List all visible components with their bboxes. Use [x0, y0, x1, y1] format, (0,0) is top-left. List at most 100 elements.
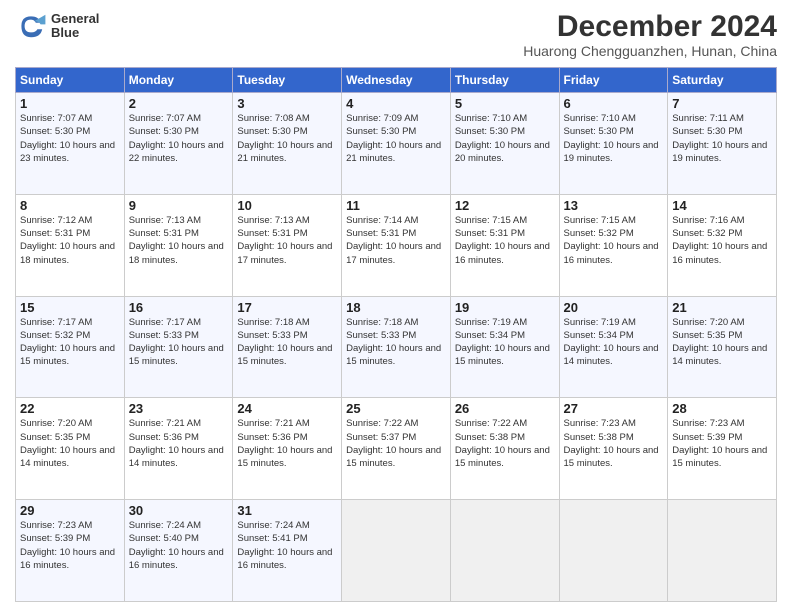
table-row: 29 Sunrise: 7:23 AMSunset: 5:39 PMDaylig… — [16, 500, 125, 602]
week-row-1: 8 Sunrise: 7:12 AMSunset: 5:31 PMDayligh… — [16, 194, 777, 296]
day-info: Sunrise: 7:19 AMSunset: 5:34 PMDaylight:… — [455, 317, 550, 368]
day-info: Sunrise: 7:18 AMSunset: 5:33 PMDaylight:… — [346, 317, 441, 368]
day-number: 14 — [672, 198, 772, 213]
day-info: Sunrise: 7:23 AMSunset: 5:38 PMDaylight:… — [564, 418, 659, 469]
table-row: 21 Sunrise: 7:20 AMSunset: 5:35 PMDaylig… — [668, 296, 777, 398]
table-row: 28 Sunrise: 7:23 AMSunset: 5:39 PMDaylig… — [668, 398, 777, 500]
day-number: 27 — [564, 401, 664, 416]
logo-line2: Blue — [51, 26, 99, 40]
title-block: December 2024 Huarong Chengguanzhen, Hun… — [523, 10, 777, 59]
table-row: 12 Sunrise: 7:15 AMSunset: 5:31 PMDaylig… — [450, 194, 559, 296]
day-info: Sunrise: 7:24 AMSunset: 5:40 PMDaylight:… — [129, 520, 224, 571]
day-number: 20 — [564, 300, 664, 315]
table-row: 23 Sunrise: 7:21 AMSunset: 5:36 PMDaylig… — [124, 398, 233, 500]
logo-line1: General — [51, 12, 99, 26]
location-subtitle: Huarong Chengguanzhen, Hunan, China — [523, 43, 777, 59]
table-row: 13 Sunrise: 7:15 AMSunset: 5:32 PMDaylig… — [559, 194, 668, 296]
table-row: 24 Sunrise: 7:21 AMSunset: 5:36 PMDaylig… — [233, 398, 342, 500]
header: General Blue December 2024 Huarong Cheng… — [15, 10, 777, 59]
table-row — [342, 500, 451, 602]
day-info: Sunrise: 7:17 AMSunset: 5:33 PMDaylight:… — [129, 317, 224, 368]
day-info: Sunrise: 7:19 AMSunset: 5:34 PMDaylight:… — [564, 317, 659, 368]
day-info: Sunrise: 7:07 AMSunset: 5:30 PMDaylight:… — [129, 113, 224, 164]
table-row: 27 Sunrise: 7:23 AMSunset: 5:38 PMDaylig… — [559, 398, 668, 500]
day-info: Sunrise: 7:13 AMSunset: 5:31 PMDaylight:… — [237, 215, 332, 266]
day-info: Sunrise: 7:15 AMSunset: 5:32 PMDaylight:… — [564, 215, 659, 266]
day-info: Sunrise: 7:09 AMSunset: 5:30 PMDaylight:… — [346, 113, 441, 164]
day-number: 7 — [672, 96, 772, 111]
day-number: 3 — [237, 96, 337, 111]
table-row: 16 Sunrise: 7:17 AMSunset: 5:33 PMDaylig… — [124, 296, 233, 398]
day-number: 18 — [346, 300, 446, 315]
table-row: 30 Sunrise: 7:24 AMSunset: 5:40 PMDaylig… — [124, 500, 233, 602]
table-row: 31 Sunrise: 7:24 AMSunset: 5:41 PMDaylig… — [233, 500, 342, 602]
col-monday: Monday — [124, 68, 233, 93]
table-row: 3 Sunrise: 7:08 AMSunset: 5:30 PMDayligh… — [233, 93, 342, 195]
table-row: 5 Sunrise: 7:10 AMSunset: 5:30 PMDayligh… — [450, 93, 559, 195]
day-info: Sunrise: 7:13 AMSunset: 5:31 PMDaylight:… — [129, 215, 224, 266]
day-number: 9 — [129, 198, 229, 213]
table-row: 11 Sunrise: 7:14 AMSunset: 5:31 PMDaylig… — [342, 194, 451, 296]
day-info: Sunrise: 7:21 AMSunset: 5:36 PMDaylight:… — [129, 418, 224, 469]
week-row-3: 22 Sunrise: 7:20 AMSunset: 5:35 PMDaylig… — [16, 398, 777, 500]
table-row: 18 Sunrise: 7:18 AMSunset: 5:33 PMDaylig… — [342, 296, 451, 398]
table-row: 20 Sunrise: 7:19 AMSunset: 5:34 PMDaylig… — [559, 296, 668, 398]
day-number: 4 — [346, 96, 446, 111]
table-row — [450, 500, 559, 602]
col-tuesday: Tuesday — [233, 68, 342, 93]
day-info: Sunrise: 7:20 AMSunset: 5:35 PMDaylight:… — [672, 317, 767, 368]
day-info: Sunrise: 7:10 AMSunset: 5:30 PMDaylight:… — [564, 113, 659, 164]
table-row: 2 Sunrise: 7:07 AMSunset: 5:30 PMDayligh… — [124, 93, 233, 195]
day-info: Sunrise: 7:22 AMSunset: 5:38 PMDaylight:… — [455, 418, 550, 469]
week-row-2: 15 Sunrise: 7:17 AMSunset: 5:32 PMDaylig… — [16, 296, 777, 398]
col-thursday: Thursday — [450, 68, 559, 93]
table-row: 25 Sunrise: 7:22 AMSunset: 5:37 PMDaylig… — [342, 398, 451, 500]
table-row: 19 Sunrise: 7:19 AMSunset: 5:34 PMDaylig… — [450, 296, 559, 398]
day-number: 31 — [237, 503, 337, 518]
day-info: Sunrise: 7:12 AMSunset: 5:31 PMDaylight:… — [20, 215, 115, 266]
day-number: 5 — [455, 96, 555, 111]
day-info: Sunrise: 7:23 AMSunset: 5:39 PMDaylight:… — [672, 418, 767, 469]
day-number: 1 — [20, 96, 120, 111]
day-info: Sunrise: 7:15 AMSunset: 5:31 PMDaylight:… — [455, 215, 550, 266]
day-info: Sunrise: 7:20 AMSunset: 5:35 PMDaylight:… — [20, 418, 115, 469]
calendar-table: Sunday Monday Tuesday Wednesday Thursday… — [15, 67, 777, 602]
col-friday: Friday — [559, 68, 668, 93]
day-info: Sunrise: 7:17 AMSunset: 5:32 PMDaylight:… — [20, 317, 115, 368]
day-number: 28 — [672, 401, 772, 416]
table-row — [668, 500, 777, 602]
day-number: 30 — [129, 503, 229, 518]
table-row: 9 Sunrise: 7:13 AMSunset: 5:31 PMDayligh… — [124, 194, 233, 296]
day-number: 2 — [129, 96, 229, 111]
logo-icon — [15, 10, 47, 42]
day-number: 24 — [237, 401, 337, 416]
day-info: Sunrise: 7:18 AMSunset: 5:33 PMDaylight:… — [237, 317, 332, 368]
day-number: 19 — [455, 300, 555, 315]
day-number: 22 — [20, 401, 120, 416]
col-wednesday: Wednesday — [342, 68, 451, 93]
day-number: 16 — [129, 300, 229, 315]
day-number: 23 — [129, 401, 229, 416]
table-row: 17 Sunrise: 7:18 AMSunset: 5:33 PMDaylig… — [233, 296, 342, 398]
table-row: 7 Sunrise: 7:11 AMSunset: 5:30 PMDayligh… — [668, 93, 777, 195]
table-row: 14 Sunrise: 7:16 AMSunset: 5:32 PMDaylig… — [668, 194, 777, 296]
day-info: Sunrise: 7:11 AMSunset: 5:30 PMDaylight:… — [672, 113, 767, 164]
table-row — [559, 500, 668, 602]
table-row: 8 Sunrise: 7:12 AMSunset: 5:31 PMDayligh… — [16, 194, 125, 296]
day-number: 13 — [564, 198, 664, 213]
table-row: 10 Sunrise: 7:13 AMSunset: 5:31 PMDaylig… — [233, 194, 342, 296]
col-saturday: Saturday — [668, 68, 777, 93]
day-number: 21 — [672, 300, 772, 315]
day-number: 17 — [237, 300, 337, 315]
table-row: 26 Sunrise: 7:22 AMSunset: 5:38 PMDaylig… — [450, 398, 559, 500]
day-number: 26 — [455, 401, 555, 416]
page: General Blue December 2024 Huarong Cheng… — [0, 0, 792, 612]
month-title: December 2024 — [523, 10, 777, 43]
day-info: Sunrise: 7:14 AMSunset: 5:31 PMDaylight:… — [346, 215, 441, 266]
day-number: 10 — [237, 198, 337, 213]
day-number: 6 — [564, 96, 664, 111]
day-number: 11 — [346, 198, 446, 213]
table-row: 4 Sunrise: 7:09 AMSunset: 5:30 PMDayligh… — [342, 93, 451, 195]
table-row: 22 Sunrise: 7:20 AMSunset: 5:35 PMDaylig… — [16, 398, 125, 500]
day-number: 15 — [20, 300, 120, 315]
